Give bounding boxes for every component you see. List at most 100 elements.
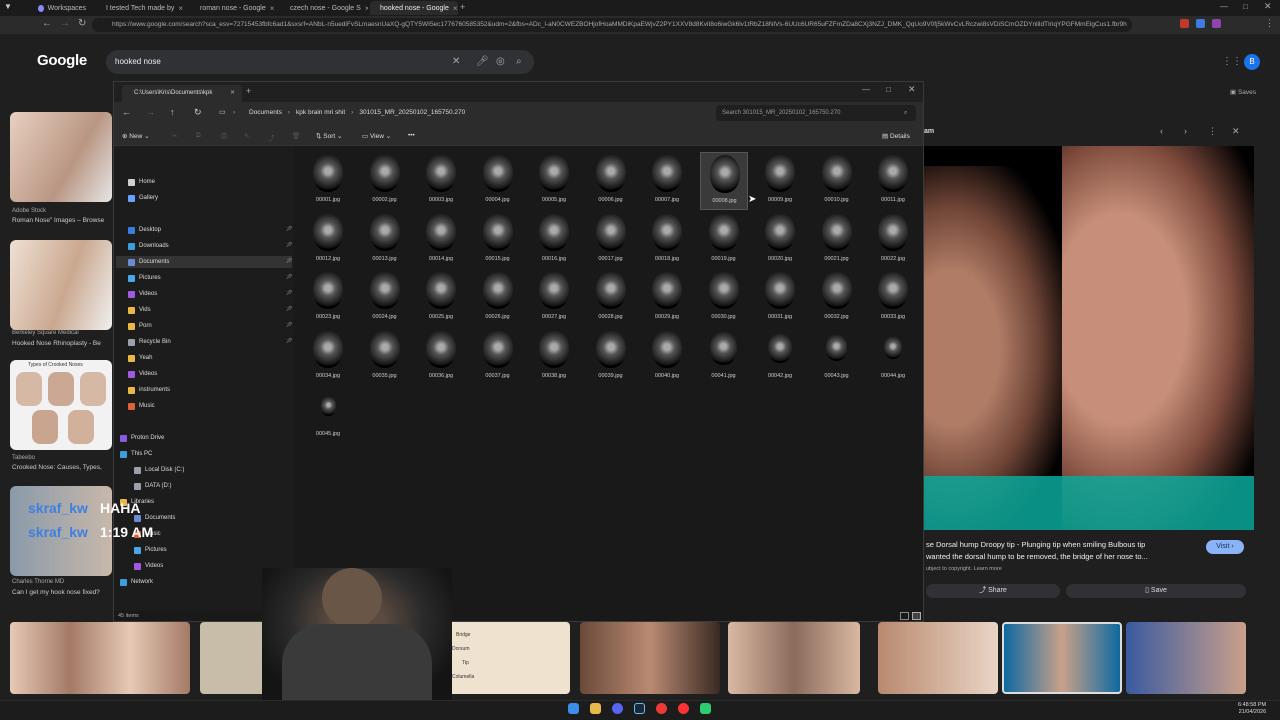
new-tab-icon[interactable]: + bbox=[246, 86, 251, 96]
search-icon[interactable]: ⌕ bbox=[904, 105, 907, 121]
file-thumbnail[interactable]: 00008.jpg bbox=[699, 152, 748, 210]
save-button[interactable]: ▯ Save bbox=[1066, 584, 1246, 598]
browser-tab[interactable]: Workspaces bbox=[32, 1, 92, 15]
back-icon[interactable]: ← bbox=[42, 18, 52, 29]
file-thumbnail[interactable]: 00004.jpg bbox=[474, 152, 522, 210]
nav-item[interactable]: instruments bbox=[128, 384, 170, 396]
search-input[interactable]: hooked nose bbox=[106, 50, 534, 74]
file-thumbnail[interactable]: 00020.jpg bbox=[756, 211, 804, 269]
file-thumbnail[interactable]: 00017.jpg bbox=[587, 211, 635, 269]
file-explorer-icon[interactable] bbox=[590, 703, 601, 714]
breadcrumb-item[interactable]: 301015_MR_20250102_165750.270 bbox=[359, 105, 465, 121]
paste-icon[interactable]: 📋︎ bbox=[220, 132, 228, 140]
share-button[interactable]: ⤴ Share bbox=[926, 584, 1060, 598]
file-thumbnail[interactable]: 00031.jpg bbox=[756, 269, 804, 327]
nav-item[interactable]: Desktop bbox=[128, 224, 161, 236]
close-icon[interactable]: ✕ bbox=[908, 84, 916, 95]
file-thumbnail[interactable]: 00044.jpg bbox=[869, 328, 917, 386]
browser-tab-active[interactable]: hooked nose - Google × bbox=[370, 1, 458, 15]
nav-item[interactable]: Documents bbox=[116, 256, 292, 268]
back-icon[interactable]: ← bbox=[122, 107, 131, 117]
nav-item[interactable]: Gallery bbox=[128, 192, 158, 204]
more-options-icon[interactable]: ⋮ bbox=[1208, 126, 1217, 137]
file-thumbnail[interactable]: 00045.jpg bbox=[304, 386, 352, 444]
result-image[interactable] bbox=[200, 622, 270, 694]
tiles-view-icon[interactable] bbox=[912, 612, 921, 620]
details-view-icon[interactable] bbox=[900, 612, 909, 620]
explorer-tab[interactable]: C:\Users\Kris\Documents\kpk ✕ bbox=[122, 85, 242, 102]
browser-tab[interactable]: roman nose - Google × bbox=[190, 1, 278, 15]
file-thumbnail[interactable]: 00034.jpg bbox=[304, 328, 352, 386]
close-icon[interactable]: × bbox=[270, 4, 275, 13]
file-thumbnail[interactable]: 00030.jpg bbox=[700, 269, 748, 327]
reload-icon[interactable]: ↻ bbox=[78, 18, 86, 29]
nav-item[interactable]: Local Disk (C:) bbox=[134, 464, 184, 476]
file-thumbnail[interactable]: 00035.jpg bbox=[361, 328, 409, 386]
file-thumbnail[interactable]: 00019.jpg bbox=[700, 211, 748, 269]
file-thumbnail[interactable]: 00012.jpg bbox=[304, 211, 352, 269]
share-icon[interactable]: ⤴ bbox=[268, 132, 275, 142]
nav-item[interactable]: DATA (D:) bbox=[134, 480, 171, 492]
new-button[interactable]: ⊕ New ⌄ bbox=[122, 132, 150, 140]
view-button[interactable]: ▭ View ⌄ bbox=[362, 132, 391, 140]
file-thumbnail[interactable]: 00027.jpg bbox=[530, 269, 578, 327]
file-thumbnail[interactable]: 00006.jpg bbox=[587, 152, 635, 210]
file-thumbnail[interactable]: 00009.jpg bbox=[756, 152, 804, 210]
nav-item[interactable]: Network bbox=[120, 576, 153, 588]
close-icon[interactable]: ✕ bbox=[1264, 1, 1272, 12]
avatar[interactable]: B bbox=[1244, 54, 1260, 70]
file-thumbnail[interactable]: 00022.jpg bbox=[869, 211, 917, 269]
file-thumbnail[interactable]: 00038.jpg bbox=[530, 328, 578, 386]
address-bar[interactable]: https://www.google.com/search?sca_esv=72… bbox=[92, 18, 1132, 32]
result-title[interactable]: Can I get my hook nose fixed? bbox=[12, 589, 100, 596]
clear-icon[interactable]: ✕ bbox=[452, 56, 460, 67]
nav-item[interactable]: Pictures bbox=[128, 272, 161, 284]
file-thumbnail[interactable]: 00032.jpg bbox=[813, 269, 861, 327]
nav-item[interactable]: Videos bbox=[128, 368, 157, 380]
result-image[interactable] bbox=[1002, 622, 1122, 694]
file-thumbnail[interactable]: 00024.jpg bbox=[361, 269, 409, 327]
explorer-search-input[interactable]: Search 301015_MR_20250102_165750.270 ⌕ bbox=[716, 105, 916, 121]
details-button[interactable]: ▤ Details bbox=[882, 132, 910, 140]
sort-button[interactable]: ⇅ Sort ⌄ bbox=[316, 132, 342, 140]
preview-image[interactable] bbox=[924, 146, 1254, 530]
result-image[interactable] bbox=[10, 622, 190, 694]
nav-item[interactable]: Home bbox=[128, 176, 155, 188]
file-thumbnail[interactable]: 00005.jpg bbox=[530, 152, 578, 210]
breadcrumb-item[interactable]: Documents bbox=[249, 105, 282, 121]
file-thumbnail[interactable]: 00023.jpg bbox=[304, 269, 352, 327]
result-image[interactable] bbox=[10, 112, 112, 202]
vivaldi-icon[interactable] bbox=[656, 703, 667, 714]
close-icon[interactable]: × bbox=[365, 4, 368, 13]
file-thumbnail[interactable]: 00028.jpg bbox=[587, 269, 635, 327]
refresh-icon[interactable]: ↻ bbox=[194, 107, 202, 118]
file-thumbnail[interactable]: 00015.jpg bbox=[474, 211, 522, 269]
close-icon[interactable]: ✕ bbox=[1232, 126, 1240, 137]
cut-icon[interactable]: ✂ bbox=[172, 132, 177, 140]
nav-item[interactable]: Proton Drive bbox=[120, 432, 164, 444]
maximize-icon[interactable]: □ bbox=[886, 85, 891, 94]
file-thumbnail[interactable]: 00018.jpg bbox=[643, 211, 691, 269]
file-thumbnail[interactable]: 00014.jpg bbox=[417, 211, 465, 269]
result-image[interactable] bbox=[1126, 622, 1246, 694]
result-image[interactable] bbox=[10, 240, 112, 330]
file-thumbnail[interactable]: 00042.jpg bbox=[756, 328, 804, 386]
app-icon[interactable] bbox=[700, 703, 711, 714]
prev-icon[interactable]: ‹ bbox=[1160, 126, 1163, 136]
file-thumbnail[interactable]: 00029.jpg bbox=[643, 269, 691, 327]
file-thumbnail[interactable]: 00025.jpg bbox=[417, 269, 465, 327]
file-thumbnail[interactable]: 00043.jpg bbox=[813, 328, 861, 386]
start-icon[interactable] bbox=[568, 703, 579, 714]
apps-grid-icon[interactable]: ⋮⋮ bbox=[1222, 56, 1242, 67]
result-image[interactable] bbox=[878, 622, 998, 694]
nav-item[interactable]: Music bbox=[128, 400, 155, 412]
nav-item[interactable]: Porn bbox=[128, 320, 152, 332]
nav-item[interactable]: Videos bbox=[134, 560, 163, 572]
result-title[interactable]: Crooked Nose: Causes, Types, bbox=[12, 464, 102, 471]
result-image[interactable]: Types of Crooked Noses bbox=[10, 360, 112, 450]
copyright-note[interactable]: ubject to copyright. Learn more bbox=[926, 566, 1002, 572]
file-thumbnail[interactable]: 00011.jpg bbox=[869, 152, 917, 210]
camera-icon[interactable]: ◎ bbox=[496, 56, 505, 67]
result-image[interactable] bbox=[728, 622, 860, 694]
app-menu-icon[interactable]: ▼ bbox=[4, 2, 12, 11]
